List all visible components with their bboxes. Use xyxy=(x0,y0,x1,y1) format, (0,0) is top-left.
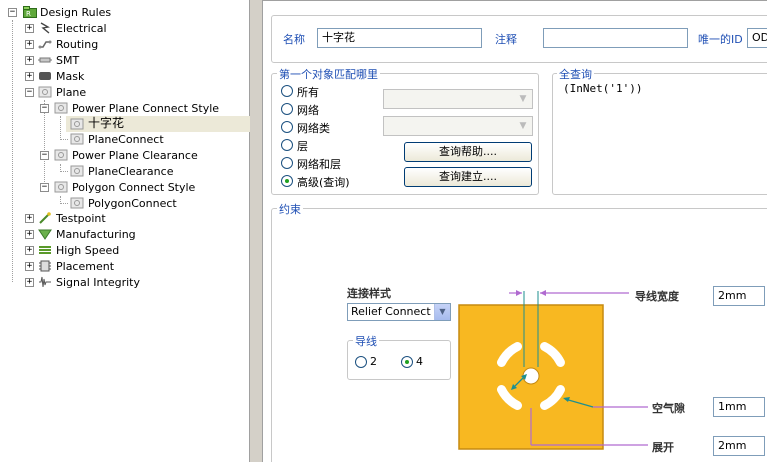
tree-item-signal-integrity[interactable]: + Signal Integrity xyxy=(0,275,250,290)
electrical-icon xyxy=(38,22,52,34)
tree-item-manufacturing[interactable]: + Manufacturing xyxy=(0,227,250,242)
arrowhead-icon xyxy=(516,290,522,296)
expand-toggle[interactable]: + xyxy=(25,230,34,239)
net-select-disabled[interactable]: ▼ xyxy=(383,89,533,109)
plane-icon xyxy=(38,86,52,98)
first-object-match-title: 第一个对象匹配哪里 xyxy=(277,66,380,82)
smt-icon xyxy=(38,54,52,66)
svg-text:R: R xyxy=(26,10,31,18)
tree-item-rule-shizihua[interactable]: 十字花 xyxy=(66,116,250,132)
manufacturing-icon xyxy=(38,228,52,240)
conductors-radio-4[interactable] xyxy=(401,356,413,368)
expand-toggle[interactable]: + xyxy=(25,262,34,271)
chevron-down-icon: ▼ xyxy=(519,94,527,104)
tree-item-electrical[interactable]: + Electrical xyxy=(0,21,250,36)
collapse-toggle[interactable]: − xyxy=(40,104,49,113)
air-gap-label: 空气隙 xyxy=(652,402,685,415)
expand-toggle[interactable]: + xyxy=(25,72,34,81)
connect-style-select[interactable]: Relief Connect ▼ xyxy=(347,303,451,321)
rule-icon xyxy=(70,133,84,145)
name-label: 名称 xyxy=(283,33,305,46)
name-input[interactable]: 十字花 xyxy=(317,28,482,48)
collapse-toggle[interactable]: − xyxy=(40,183,49,192)
conductors-title: 导线 xyxy=(353,333,379,349)
tree-item-routing[interactable]: + Routing xyxy=(0,37,250,52)
collapse-toggle[interactable]: − xyxy=(25,88,34,97)
chevron-down-icon: ▼ xyxy=(434,304,450,320)
tree-item-high-speed[interactable]: + High Speed xyxy=(0,243,250,258)
tree-item-power-plane-clearance[interactable]: − Power Plane Clearance xyxy=(0,148,250,163)
tree-item-power-plane-connect-style[interactable]: − Power Plane Connect Style xyxy=(0,101,250,116)
expand-toggle[interactable]: + xyxy=(25,40,34,49)
expand-toggle[interactable]: + xyxy=(25,24,34,33)
match-radio-net-and-layer[interactable] xyxy=(281,157,293,169)
routing-icon xyxy=(38,38,52,50)
unique-id-input[interactable]: OD xyxy=(747,28,767,48)
full-query-title: 全查询 xyxy=(557,66,594,82)
rule-icon xyxy=(70,118,84,130)
match-radio-all[interactable] xyxy=(281,85,293,97)
tree-item-placement[interactable]: + Placement xyxy=(0,259,250,274)
tree-item-rule-planeconnect[interactable]: PlaneConnect xyxy=(0,132,250,147)
pane-splitter[interactable] xyxy=(250,0,262,462)
tree-item-smt[interactable]: + SMT xyxy=(0,53,250,68)
comment-label: 注释 xyxy=(495,33,517,46)
high-speed-icon xyxy=(38,244,52,256)
tree-item-rule-planeclearance[interactable]: PlaneClearance xyxy=(0,164,250,179)
expand-toggle[interactable]: + xyxy=(25,56,34,65)
expansion-label: 展开 xyxy=(652,441,674,454)
tree-item-rule-polygonconnect[interactable]: PolygonConnect xyxy=(0,196,250,211)
testpoint-icon xyxy=(38,212,52,224)
conductor-width-input[interactable]: 2mm xyxy=(713,286,765,306)
tree-item-polygon-connect-style[interactable]: − Polygon Connect Style xyxy=(0,180,250,195)
unique-id-label: 唯一的ID xyxy=(698,33,743,46)
conductor-width-label: 导线宽度 xyxy=(635,290,679,303)
constraints-title: 约束 xyxy=(277,201,303,217)
full-query-text[interactable]: (InNet('1')) xyxy=(563,82,642,95)
rule-editor-panel: 名称 十字花 注释 唯一的ID OD 第一个对象匹配哪里 所有 网络 网络类 层… xyxy=(262,0,767,462)
chevron-down-icon: ▼ xyxy=(519,121,527,131)
comment-input[interactable] xyxy=(543,28,688,48)
query-help-button[interactable]: 查询帮助.... xyxy=(404,142,532,162)
plane-connect-icon xyxy=(54,102,68,114)
expand-toggle[interactable]: + xyxy=(25,214,34,223)
rule-icon xyxy=(70,165,84,177)
polygon-connect-icon xyxy=(54,181,68,193)
rules-folder-icon: R xyxy=(23,6,37,18)
match-radio-advanced-query[interactable] xyxy=(281,175,293,187)
tree-item-mask[interactable]: + Mask xyxy=(0,69,250,84)
placement-icon xyxy=(38,260,52,272)
air-gap-input[interactable]: 1mm xyxy=(713,397,765,417)
rule-icon xyxy=(70,197,84,209)
collapse-toggle[interactable]: − xyxy=(8,8,17,17)
mask-icon xyxy=(38,70,52,82)
tree-item-design-rules[interactable]: − R Design Rules xyxy=(0,5,250,20)
arrowhead-icon xyxy=(540,290,546,296)
tree-item-testpoint[interactable]: + Testpoint xyxy=(0,211,250,226)
plane-clearance-icon xyxy=(54,149,68,161)
collapse-toggle[interactable]: − xyxy=(40,151,49,160)
tree-item-plane[interactable]: − Plane xyxy=(0,85,250,100)
conductors-radio-2[interactable] xyxy=(355,356,367,368)
match-radio-layer[interactable] xyxy=(281,139,293,151)
expansion-input[interactable]: 2mm xyxy=(713,436,765,456)
expand-toggle[interactable]: + xyxy=(25,246,34,255)
net-class-select-disabled[interactable]: ▼ xyxy=(383,116,533,136)
expand-toggle[interactable]: + xyxy=(25,278,34,287)
match-radio-net[interactable] xyxy=(281,103,293,115)
signal-integrity-icon xyxy=(38,276,52,288)
query-builder-button[interactable]: 查询建立.... xyxy=(404,167,532,187)
connect-style-label: 连接样式 xyxy=(347,287,391,300)
rule-tree[interactable]: − R Design Rules + Electrical + Routing … xyxy=(0,0,250,462)
match-radio-net-class[interactable] xyxy=(281,121,293,133)
thermal-relief-diagram xyxy=(458,290,648,450)
